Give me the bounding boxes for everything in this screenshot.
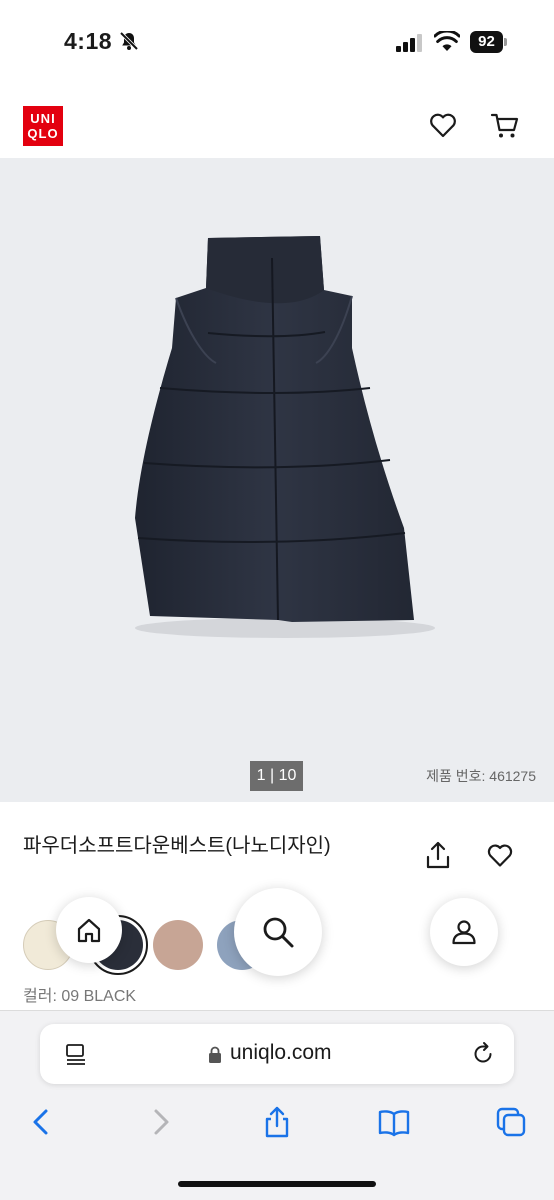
reload-icon[interactable]: [470, 1041, 496, 1067]
battery-level: 92: [470, 31, 503, 53]
home-indicator: [178, 1181, 376, 1187]
lock-icon: [209, 1046, 221, 1063]
address-bar[interactable]: uniqlo.com: [40, 1024, 514, 1084]
wifi-icon: [434, 31, 460, 51]
logo-line-1: UNI: [30, 111, 56, 126]
home-icon: [77, 918, 101, 943]
user-icon: [452, 920, 476, 945]
account-button[interactable]: [430, 898, 498, 966]
forward-icon[interactable]: [144, 1105, 178, 1139]
color-swatch-beige[interactable]: [153, 920, 203, 970]
reader-icon[interactable]: [64, 1042, 88, 1066]
bell-slash-icon: [119, 31, 139, 51]
favorite-icon[interactable]: [486, 841, 514, 869]
search-button[interactable]: [234, 888, 322, 976]
selected-color-label: 컬러: 09 BLACK: [23, 988, 137, 1005]
home-button[interactable]: [56, 897, 122, 963]
search-icon: [263, 917, 294, 948]
back-icon[interactable]: [24, 1105, 58, 1139]
url-text: uniqlo.com: [230, 1041, 332, 1064]
product-number: 제품 번호: 461275: [426, 768, 536, 784]
product-image-gallery[interactable]: 1 | 10 제품 번호: 461275: [0, 158, 554, 802]
site-header: UNI QLO: [0, 86, 554, 158]
status-bar: 4:18 92: [0, 0, 554, 86]
uniqlo-logo[interactable]: UNI QLO: [23, 106, 63, 146]
tabs-icon[interactable]: [494, 1105, 528, 1139]
page: 4:18 92 UNI QLO 1 | 10 제품 번호: 461275 파우더…: [0, 0, 554, 1200]
share-icon[interactable]: [260, 1105, 294, 1139]
share-icon[interactable]: [424, 840, 452, 870]
product-name: 파우더소프트다운베스트(나노디자인): [23, 835, 331, 857]
heart-icon[interactable]: [428, 110, 458, 140]
cart-icon[interactable]: [490, 110, 520, 140]
bookmarks-icon[interactable]: [377, 1105, 411, 1139]
image-counter: 1 | 10: [250, 761, 303, 791]
product-photo-vest: [135, 236, 435, 638]
battery-icon: 92: [470, 31, 508, 53]
signal-icon: [396, 34, 422, 52]
logo-line-2: QLO: [27, 126, 59, 141]
status-time: 4:18: [64, 28, 113, 54]
browser-toolbar: uniqlo.com: [0, 1010, 554, 1200]
battery-tip: [504, 38, 507, 46]
